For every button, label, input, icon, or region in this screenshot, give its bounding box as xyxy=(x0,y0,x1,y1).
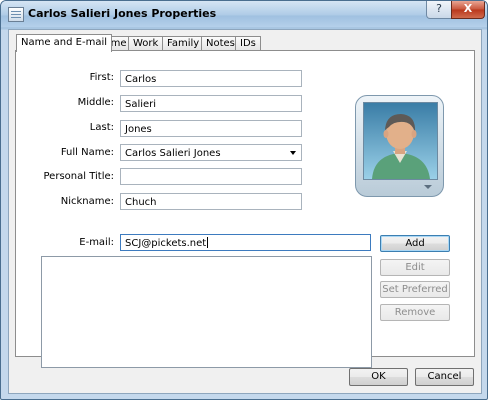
last-name-field[interactable]: Jones xyxy=(120,120,302,137)
help-icon: ? xyxy=(436,2,442,15)
email-list[interactable] xyxy=(41,256,372,368)
email-label: E-mail: xyxy=(79,237,114,248)
edit-email-button[interactable]: Edit xyxy=(380,259,450,276)
window-title: Carlos Salieri Jones Properties xyxy=(28,7,217,20)
tab-name-and-email[interactable]: Name and E-mail xyxy=(16,34,113,52)
full-name-value: Carlos Salieri Jones xyxy=(125,148,221,159)
email-value: SCJ@pickets.net xyxy=(125,238,207,249)
contact-card-icon xyxy=(8,7,24,22)
tab-work[interactable]: Work xyxy=(128,36,164,51)
remove-email-button[interactable]: Remove xyxy=(380,304,450,321)
title-bar[interactable]: Carlos Salieri Jones Properties ? X xyxy=(1,1,487,27)
middle-name-field[interactable]: Salieri xyxy=(120,95,302,112)
personal-title-field[interactable] xyxy=(120,168,302,185)
nickname-field[interactable]: Chuch xyxy=(120,193,302,210)
full-name-label: Full Name: xyxy=(60,147,114,158)
help-button[interactable]: ? xyxy=(426,1,452,19)
first-label: First: xyxy=(89,72,114,83)
middle-label: Middle: xyxy=(77,97,114,108)
personal-title-label: Personal Title: xyxy=(43,171,115,182)
nickname-label: Nickname: xyxy=(60,196,114,207)
text-cursor xyxy=(207,237,209,248)
close-icon: X xyxy=(463,2,473,15)
set-preferred-button[interactable]: Set Preferred xyxy=(380,281,450,298)
cancel-button[interactable]: Cancel xyxy=(415,368,474,386)
tab-ids[interactable]: IDs xyxy=(235,36,261,51)
contact-picture xyxy=(363,102,438,180)
first-name-field[interactable]: Carlos xyxy=(120,70,302,87)
person-avatar-icon xyxy=(372,114,430,179)
chevron-down-icon xyxy=(290,151,296,155)
contact-picture-frame[interactable] xyxy=(355,95,444,197)
properties-window: Carlos Salieri Jones Properties ? X Name… xyxy=(0,0,488,400)
dialog-client: Name and E-mail Home Work Family Notes I… xyxy=(8,29,482,394)
close-button[interactable]: X xyxy=(451,1,485,19)
picture-menu-chevron-icon[interactable] xyxy=(424,185,432,189)
ok-button[interactable]: OK xyxy=(349,368,408,386)
tab-family[interactable]: Family xyxy=(162,36,205,51)
last-label: Last: xyxy=(89,122,114,133)
full-name-dropdown[interactable]: Carlos Salieri Jones xyxy=(120,144,302,161)
email-input[interactable]: SCJ@pickets.net xyxy=(120,234,371,251)
add-email-button[interactable]: Add xyxy=(380,235,450,252)
